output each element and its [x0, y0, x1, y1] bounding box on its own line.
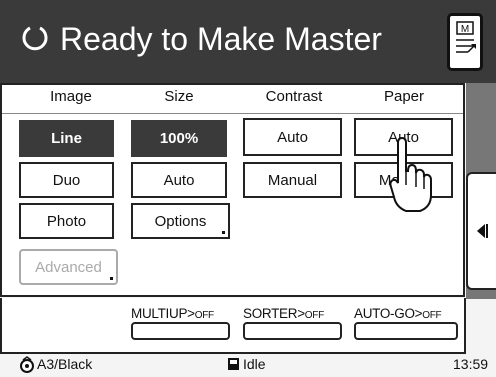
page-title: Ready to Make Master [60, 21, 382, 57]
size-auto-button[interactable]: Auto [131, 162, 227, 198]
size-options-button[interactable]: Options [131, 203, 230, 239]
autogo-label: AUTO-GO>OFF [354, 306, 442, 321]
image-photo-button[interactable]: Photo [19, 203, 114, 239]
collapse-tab[interactable] [466, 172, 496, 290]
sorter-button[interactable] [243, 322, 342, 340]
contrast-manual-button[interactable]: Manual [243, 162, 342, 198]
drum-icon [20, 356, 34, 373]
menu-button[interactable]: M [447, 13, 483, 71]
menu-icon: M [456, 21, 476, 53]
multiup-button[interactable] [131, 322, 230, 340]
stop-icon [228, 358, 239, 370]
finger-pointer-icon [389, 137, 432, 212]
image-line-button[interactable]: Line [19, 120, 114, 157]
size-100-button[interactable]: 100% [131, 120, 227, 157]
header-divider [2, 113, 463, 114]
refresh-icon [22, 26, 48, 51]
paper-color-text: A3/Black [37, 356, 93, 372]
image-duo-button[interactable]: Duo [19, 162, 114, 198]
advanced-button[interactable]: Advanced [19, 249, 118, 285]
column-header-contrast: Contrast [265, 88, 323, 105]
collapse-arrow-icon [477, 224, 488, 238]
multiup-label: MULTIUP>OFF [131, 306, 214, 321]
sorter-label: SORTER>OFF [243, 306, 324, 321]
contrast-auto-button[interactable]: Auto [243, 118, 342, 156]
autogo-button[interactable] [354, 322, 458, 340]
column-header-paper: Paper [383, 88, 425, 105]
column-header-size: Size [164, 88, 194, 105]
column-header-image: Image [50, 88, 92, 105]
svg-text:M: M [461, 24, 469, 35]
clock-text: 13:59 [453, 356, 489, 372]
machine-status-text: Idle [243, 356, 266, 372]
